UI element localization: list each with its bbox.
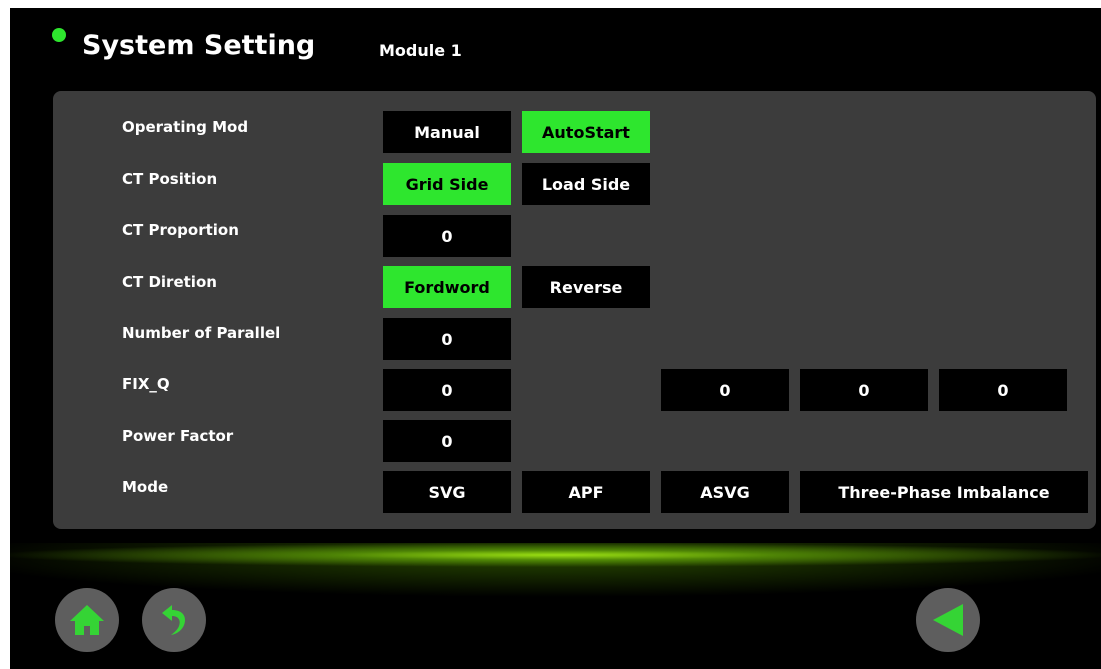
svg-mode-button[interactable]: SVG xyxy=(383,471,511,513)
ct-direction-label: CT Diretion xyxy=(122,273,217,291)
settings-panel xyxy=(53,91,1096,529)
fix-q-phase-c-field[interactable]: 0 xyxy=(939,369,1067,411)
home-icon xyxy=(70,605,104,635)
back-button[interactable] xyxy=(916,588,980,652)
apf-mode-button[interactable]: APF xyxy=(522,471,650,513)
asvg-mode-button[interactable]: ASVG xyxy=(661,471,789,513)
load-side-button[interactable]: Load Side xyxy=(522,163,650,205)
fix-q-label: FIX_Q xyxy=(122,375,170,393)
number-of-parallel-label: Number of Parallel xyxy=(122,324,281,342)
forward-button[interactable]: Fordword xyxy=(383,266,511,308)
grid-side-button[interactable]: Grid Side xyxy=(383,163,511,205)
fix-q-phase-a-field[interactable]: 0 xyxy=(661,369,789,411)
status-indicator xyxy=(52,28,66,42)
page-title: System Setting xyxy=(82,30,316,61)
number-of-parallel-field[interactable]: 0 xyxy=(383,318,511,360)
ct-position-label: CT Position xyxy=(122,170,218,188)
fix-q-phase-b-field[interactable]: 0 xyxy=(800,369,928,411)
hmi-screen: System Setting Module 1 Operating Mod Ma… xyxy=(10,8,1101,669)
reverse-button[interactable]: Reverse xyxy=(522,266,650,308)
manual-button[interactable]: Manual xyxy=(383,111,511,153)
home-button[interactable] xyxy=(55,588,119,652)
fix-q-field[interactable]: 0 xyxy=(383,369,511,411)
undo-icon xyxy=(162,605,185,635)
three-phase-imbalance-button[interactable]: Three-Phase Imbalance xyxy=(800,471,1088,513)
ct-proportion-label: CT Proportion xyxy=(122,221,239,239)
ct-proportion-field[interactable]: 0 xyxy=(383,215,511,257)
back-triangle-icon xyxy=(933,604,963,636)
autostart-button[interactable]: AutoStart xyxy=(522,111,650,153)
undo-button[interactable] xyxy=(142,588,206,652)
operating-mode-label: Operating Mod xyxy=(122,118,249,136)
module-label: Module 1 xyxy=(379,41,462,60)
power-factor-label: Power Factor xyxy=(122,427,234,445)
power-factor-field[interactable]: 0 xyxy=(383,420,511,462)
mode-label: Mode xyxy=(122,478,169,496)
